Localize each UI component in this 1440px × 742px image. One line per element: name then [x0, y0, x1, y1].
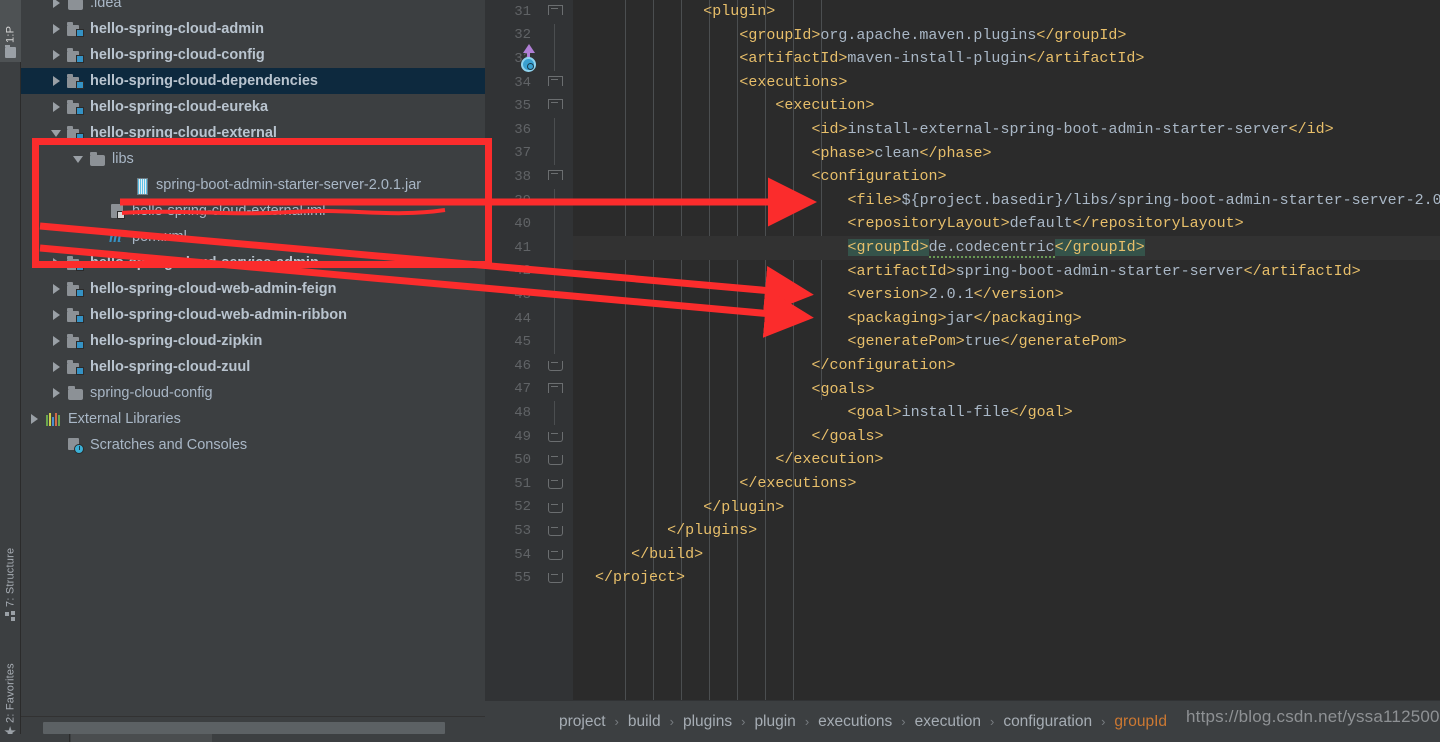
annotation-underline	[121, 208, 446, 216]
ide-window: 1:P 7: Structure ★ 2: Favorites .idea hel…	[0, 0, 1440, 742]
annotation-arrows	[39, 177, 817, 338]
